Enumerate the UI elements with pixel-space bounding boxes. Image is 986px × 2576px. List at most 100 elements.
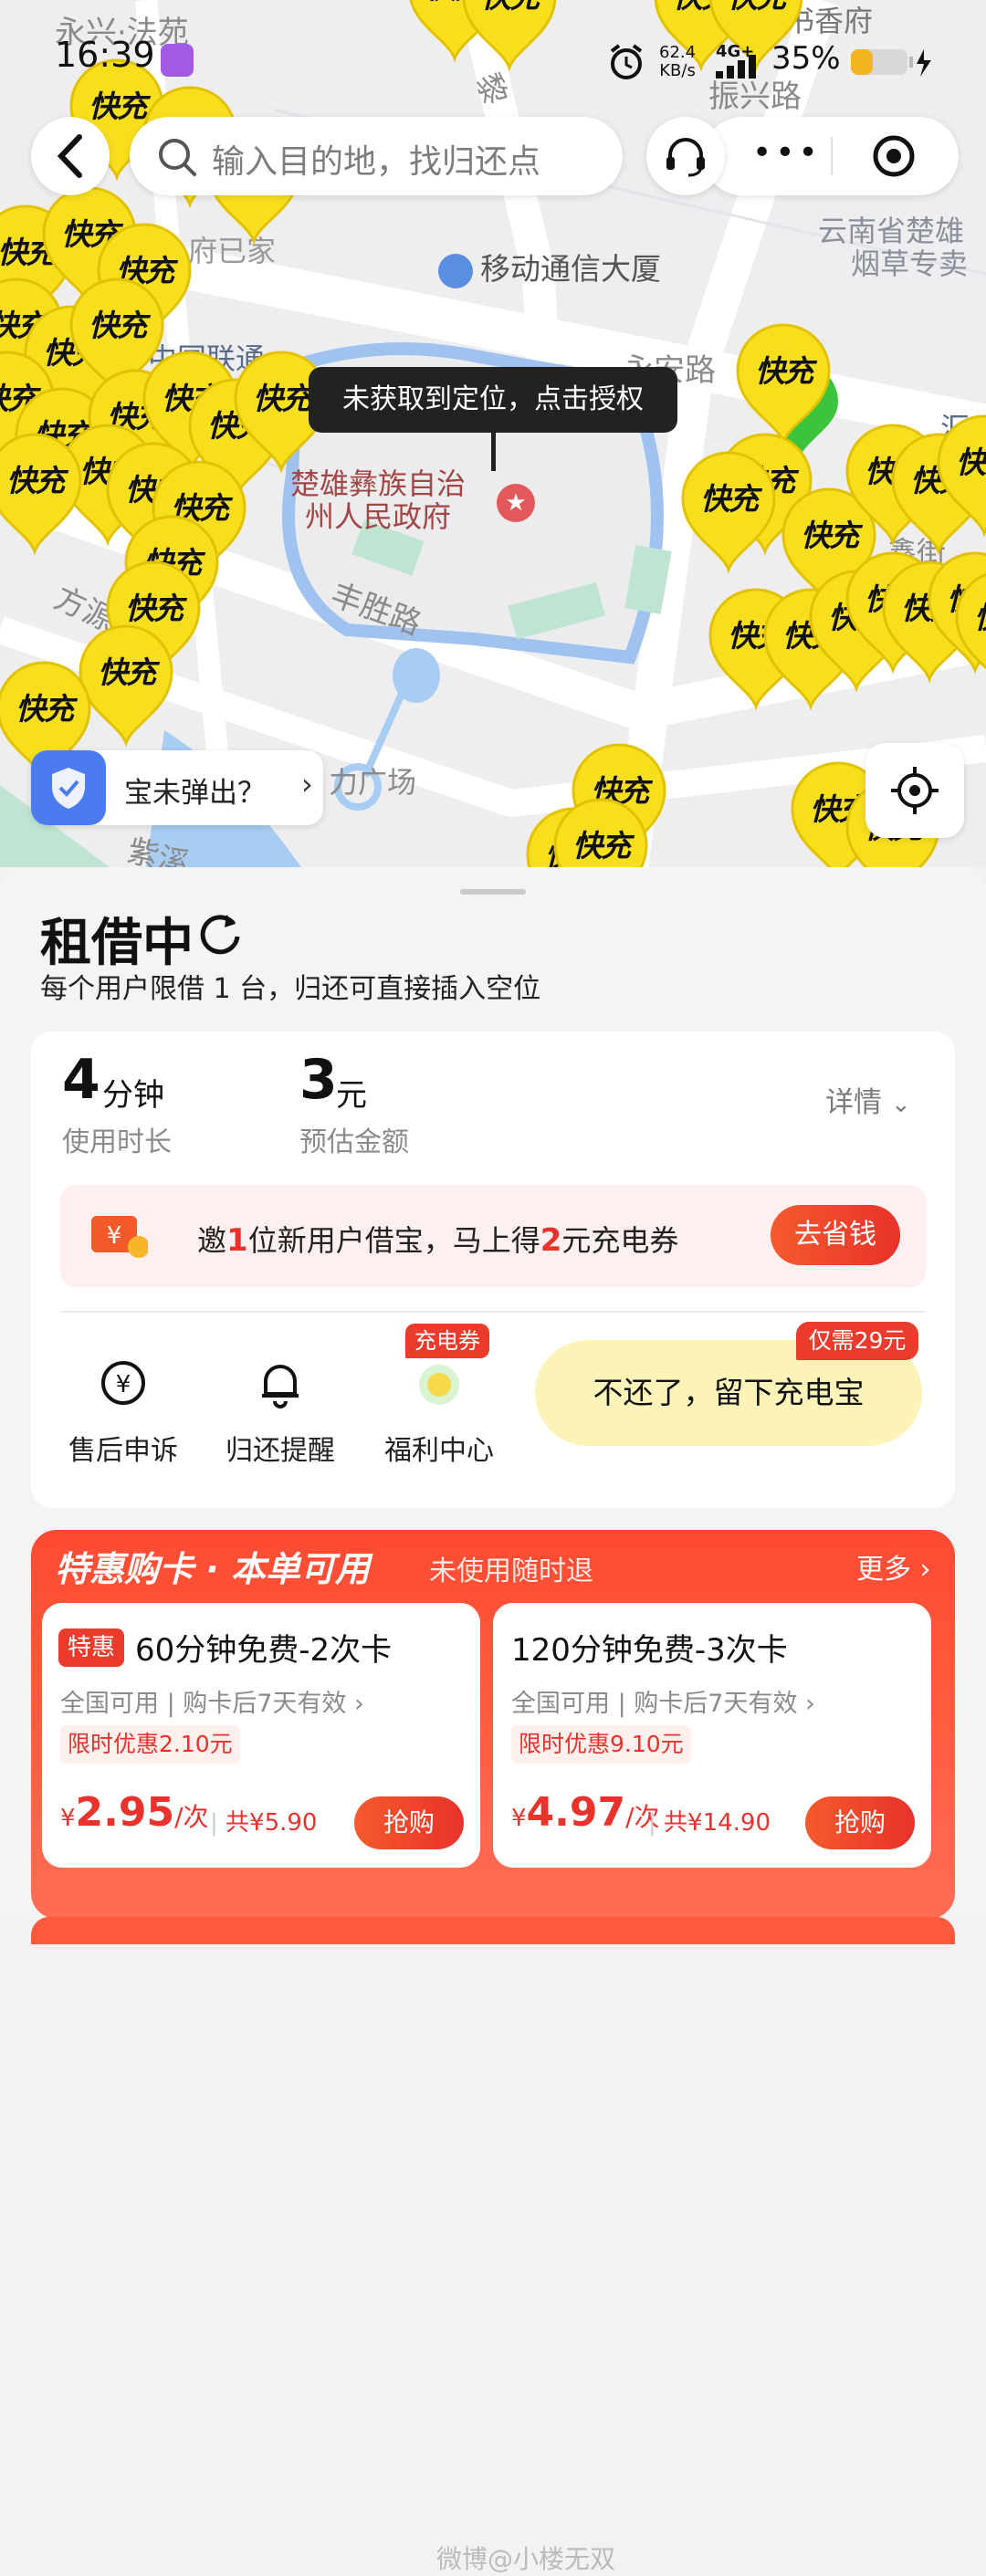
refresh-icon[interactable] xyxy=(197,911,243,957)
poi-label: 力广场 xyxy=(329,765,417,800)
limited-discount: 限时优惠2.10元 xyxy=(60,1725,240,1764)
fee-unit: 元 xyxy=(336,1077,367,1114)
search-icon xyxy=(159,139,196,176)
watermark: 微博@小楼无双 xyxy=(436,2544,616,2574)
pass-name: 60分钟免费-2次卡 xyxy=(135,1632,393,1669)
svg-text:¥: ¥ xyxy=(116,1371,131,1398)
bao-prompt-label: 宝未弹出？ xyxy=(124,777,266,810)
marker-label: 快充 xyxy=(956,445,986,480)
gov-label-line: 州人民政府 xyxy=(305,499,452,534)
duration-value: 4 xyxy=(62,1048,100,1112)
search-input[interactable]: 输入目的地，找归还点 xyxy=(130,117,623,195)
pass-card[interactable]: 120分钟免费-3次卡 全国可用 | 购卡后7天有效 › 限时优惠9.10元 ¥… xyxy=(493,1603,931,1868)
invite-text-part: 位新用户借宝，马上得 xyxy=(247,1223,540,1258)
price-value: 4.97 xyxy=(526,1789,626,1836)
charging-station-marker[interactable]: 快充 xyxy=(949,566,986,694)
detail-label: 详情 xyxy=(825,1086,882,1119)
fee-value: 3 xyxy=(299,1048,338,1112)
welfare-center-label: 福利中心 xyxy=(384,1435,494,1467)
return-reminder-button[interactable]: 归还提醒 xyxy=(212,1351,349,1468)
poi-label: 烟草专卖 xyxy=(851,246,969,281)
crosshair-icon xyxy=(891,767,939,814)
headset-icon xyxy=(666,138,705,177)
unit-price: ¥2.95/次 xyxy=(60,1789,209,1836)
alarm-icon xyxy=(610,44,643,79)
duration-unit: 分钟 xyxy=(102,1077,164,1114)
divider xyxy=(60,1311,926,1313)
invite-reward: 2 xyxy=(540,1222,562,1259)
signal-icon xyxy=(716,55,756,79)
coupon-badge: 充电券 xyxy=(405,1324,489,1358)
buy-button[interactable]: 抢购 xyxy=(805,1796,915,1849)
currency: ¥ xyxy=(511,1805,527,1832)
save-money-button[interactable]: 去省钱 xyxy=(771,1205,900,1265)
map-view[interactable]: 振兴路 永安路 丰胜路 方源 黎 紫溪 移动通信大厦 云南省楚雄 烟草专卖 中国… xyxy=(0,0,986,867)
unit-price: ¥4.97/次 xyxy=(511,1789,660,1836)
mini-program-capsule: ••• xyxy=(703,117,959,195)
invite-count: 1 xyxy=(226,1222,248,1259)
detail-link[interactable]: 详情 ⌄ xyxy=(825,1079,911,1120)
pass-meta: 全国可用 | 购卡后7天有效 › xyxy=(60,1690,364,1718)
more-link[interactable]: 更多 › xyxy=(856,1546,931,1586)
invite-text-part: 元充电券 xyxy=(561,1223,679,1258)
price-badge: 仅需29元 xyxy=(796,1322,918,1360)
bell-icon xyxy=(262,1365,299,1408)
star-icon: ★ xyxy=(497,484,535,522)
after-sales-label: 售后申诉 xyxy=(68,1435,178,1467)
promo-subtitle: 未使用随时退 xyxy=(429,1555,593,1587)
price-value: 2.95 xyxy=(75,1789,175,1836)
rental-status-title: 租借中 xyxy=(40,914,194,973)
promo-title: 特惠购卡 · 本单可用 xyxy=(55,1549,370,1589)
locate-me-button[interactable] xyxy=(865,743,964,838)
battery-icon xyxy=(851,49,931,77)
svg-text:¥: ¥ xyxy=(107,1222,122,1250)
duration-label: 使用时长 xyxy=(62,1126,172,1158)
net-speed-unit: KB/s xyxy=(659,61,696,80)
marker-label: 快充 xyxy=(572,828,631,864)
app-notify-icon xyxy=(161,44,194,77)
pass-meta-text: 全国可用 | 购卡后7天有效 xyxy=(60,1690,347,1718)
marker-label: 快充 xyxy=(700,481,759,517)
limited-discount: 限时优惠9.10元 xyxy=(511,1725,691,1764)
charging-station-marker[interactable]: 快充 xyxy=(730,319,836,447)
chevron-left-icon xyxy=(57,134,82,178)
gov-label: 楚雄彝族自治 州人民政府 xyxy=(290,467,466,533)
charging-station-marker[interactable]: 快充 xyxy=(548,794,654,867)
location-permission-tooltip[interactable]: 未获取到定位，点击授权 xyxy=(309,367,677,433)
back-button[interactable] xyxy=(31,117,110,195)
more-icon[interactable]: ••• xyxy=(752,137,822,170)
pass-card[interactable]: 特惠 60分钟免费-2次卡 全国可用 | 购卡后7天有效 › 限时优惠2.10元… xyxy=(42,1603,480,1868)
charging-station-marker[interactable]: 快充 xyxy=(676,447,781,575)
pass-meta: 全国可用 | 购卡后7天有效 › xyxy=(511,1690,815,1718)
charging-station-marker[interactable]: 快充 xyxy=(0,429,88,557)
buy-button[interactable]: 抢购 xyxy=(354,1796,464,1849)
special-tag: 特惠 xyxy=(58,1628,124,1667)
chevron-down-icon: ⌄ xyxy=(890,1091,911,1118)
chevron-right-icon: › xyxy=(301,767,313,801)
marker-label: 快充 xyxy=(89,308,147,343)
welfare-center-button[interactable]: 福利中心 xyxy=(371,1351,508,1468)
drag-handle[interactable] xyxy=(460,889,526,895)
capsule-divider xyxy=(831,137,833,175)
currency: ¥ xyxy=(60,1805,76,1832)
promo-card-section: 特惠购卡 · 本单可用 未使用随时退 更多 › 特惠 60分钟免费-2次卡 全国… xyxy=(31,1530,955,2574)
marker-label: 快充 xyxy=(16,691,74,727)
marker-label: 快充 xyxy=(949,593,986,637)
chevron-right-icon: › xyxy=(919,1554,931,1586)
total-value: 共¥5.90 xyxy=(226,1809,318,1837)
after-sales-appeal-button[interactable]: ¥ 售后申诉 xyxy=(55,1351,192,1468)
fee-label: 预估金额 xyxy=(299,1126,409,1158)
battery-not-ejected-button[interactable]: 宝未弹出？ › xyxy=(31,750,323,825)
rental-info-card: 4 分钟 使用时长 3 元 预估金额 详情 ⌄ ¥ 邀1位新用户借宝，马上得2元… xyxy=(31,1031,955,1508)
total-value: 共¥14.90 xyxy=(664,1809,771,1837)
marker-label: 快充 xyxy=(755,353,813,389)
customer-service-button[interactable] xyxy=(646,117,725,195)
close-target-icon[interactable] xyxy=(871,133,917,179)
status-bar: 永兴·法苑 16:39 62.4 KB/s 4G+ 35% xyxy=(0,0,986,82)
gift-coin-icon xyxy=(419,1365,459,1405)
rental-sheet: 租借中 每个用户限借 1 台，归还可直接插入空位 4 分钟 使用时长 3 元 预… xyxy=(0,867,986,2574)
battery-percent: 35% xyxy=(771,40,841,77)
marker-label: 快充 xyxy=(6,463,65,498)
charging-station-marker[interactable]: 快充 xyxy=(931,411,986,539)
price-unit: /次 xyxy=(174,1802,209,1832)
